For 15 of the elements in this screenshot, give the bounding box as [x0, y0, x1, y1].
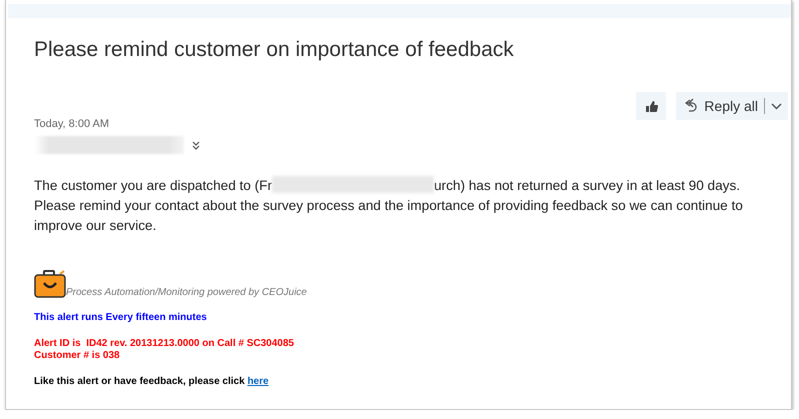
feedback-link[interactable]: here [247, 376, 269, 387]
powered-by-text: Process Automation/Monitoring powered by CEOJuice [66, 287, 307, 298]
reply-all-button[interactable]: Reply all [676, 92, 788, 120]
message-body: The customer you are dispatched to (Fr urch) has not returned a survey in at least 90 days. Please remind your contact about the survey process and the importance of providing feedback so we can continue to improve our service. [34, 176, 744, 235]
message-subject: Please remind customer on importance of feedback [34, 38, 515, 62]
chevron-down-icon [771, 102, 782, 110]
thumbs-up-icon [644, 100, 658, 112]
reply-all-icon [684, 98, 698, 114]
alert-text: This alert runs Every fifteen minutes [34, 312, 208, 324]
message-date: Today, 8:00 AM [34, 118, 110, 130]
briefcase-logo-icon [34, 270, 66, 298]
like-button[interactable] [636, 92, 666, 120]
feedback-text: Like this alert or have feedback, please click here [34, 376, 270, 388]
double-chevron-icon[interactable] [192, 140, 200, 150]
alert-text: Alert ID is ID42 rev. 20131213.0000 on Call # SC304085 Customer # is 038 [34, 338, 295, 362]
